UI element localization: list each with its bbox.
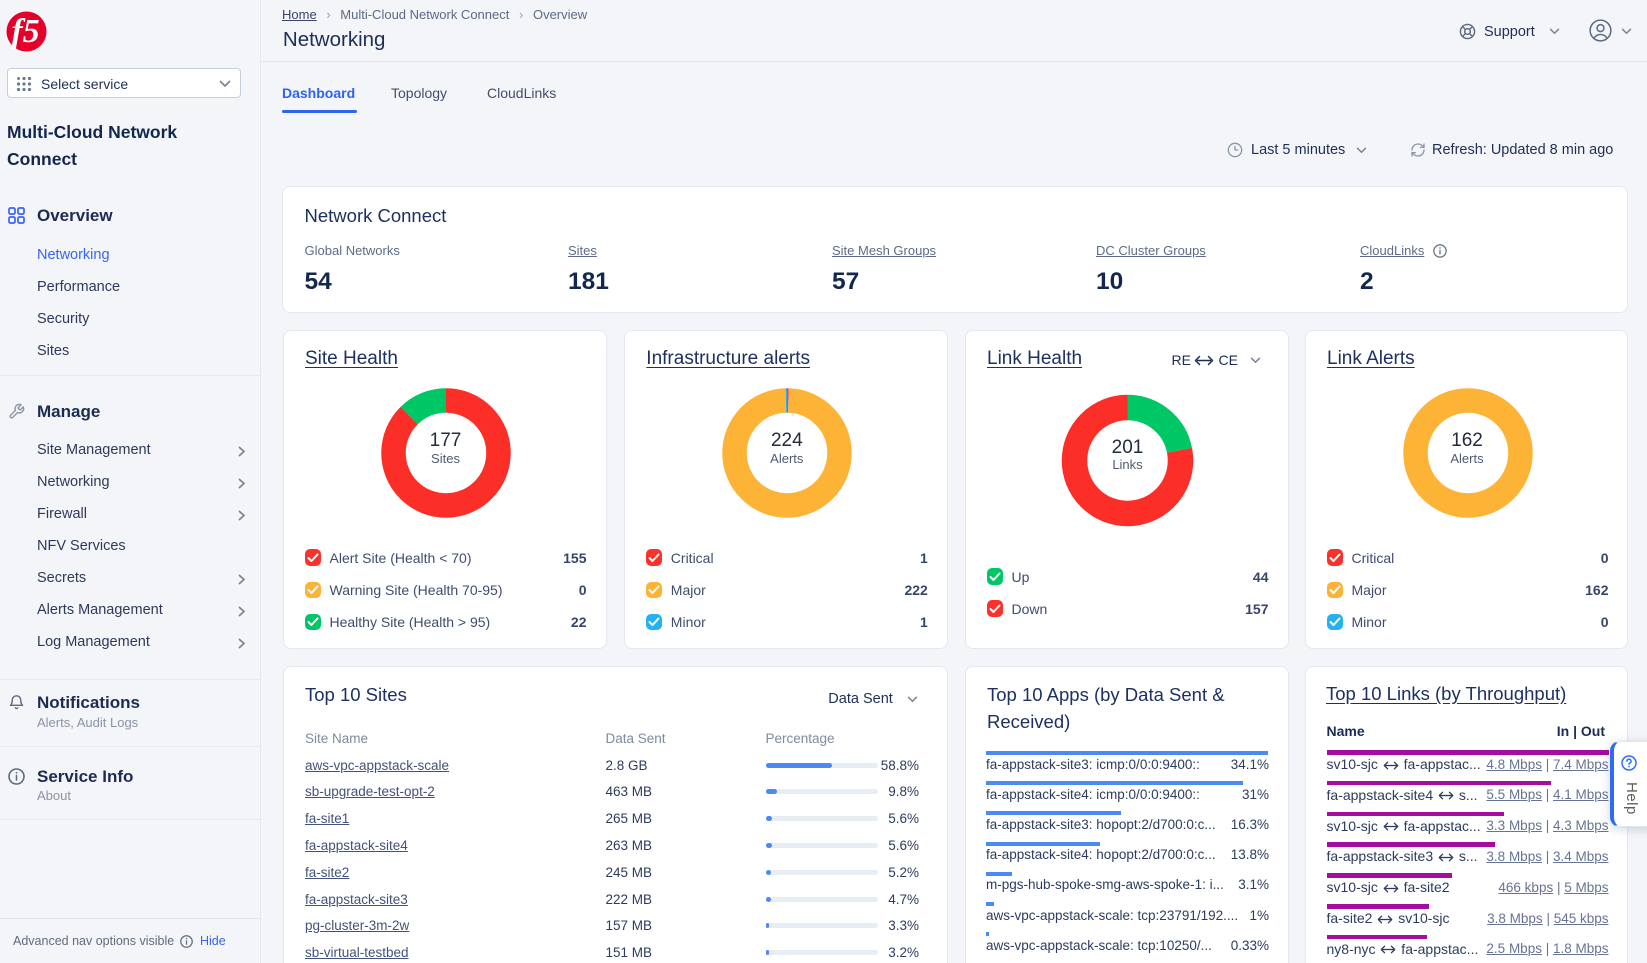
svg-text:f5: f5	[11, 13, 39, 50]
